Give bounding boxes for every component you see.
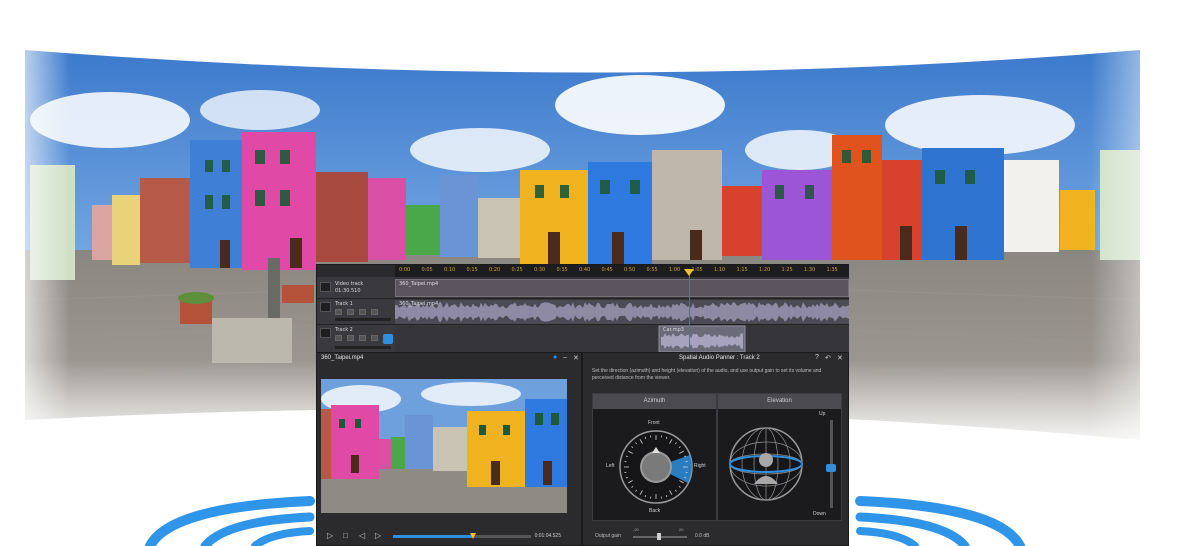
video-track-time: 01:30.510	[335, 288, 361, 294]
back-label: Back	[649, 508, 661, 514]
preview-title: 360_Taipei.mp4	[321, 355, 364, 361]
track-2-solo-button[interactable]	[359, 335, 366, 341]
track-2-volume-slider[interactable]	[335, 346, 391, 349]
waveform-icon	[320, 302, 331, 312]
video-track-header[interactable]: Video track 01:30.510	[317, 277, 395, 299]
track-2-waveform[interactable]	[395, 325, 849, 353]
waveform-icon	[320, 328, 331, 338]
panner-description: Set the direction (azimuth) and height (…	[592, 368, 822, 381]
azimuth-header: Azimuth	[593, 394, 716, 409]
playhead[interactable]	[689, 271, 690, 353]
next-frame-icon[interactable]: ▷	[375, 531, 381, 540]
track-2-label: Track 2	[335, 327, 353, 333]
ruler-tick: 0:30	[534, 267, 546, 273]
ruler-tick: 1:25	[781, 267, 793, 273]
ruler-tick: 0:55	[646, 267, 658, 273]
ruler-tick: 1:15	[736, 267, 748, 273]
ruler-tick: 0:25	[511, 267, 523, 273]
film-icon	[320, 282, 331, 292]
audio-track-2-header[interactable]: Track 2	[317, 325, 395, 353]
timeline-window: 0:00 0:05 0:10 0:15 0:20 0:25 0:30 0:35 0:40 0:45…	[316, 264, 849, 353]
playback-progress-fill	[393, 535, 474, 538]
azimuth-panel: Azimuth Front Back Left Right	[592, 393, 717, 521]
track-2-lock-button[interactable]	[371, 335, 378, 341]
ruler-tick: 1:35	[826, 267, 838, 273]
video-track-label: Video track	[335, 281, 364, 287]
preview-video-frame[interactable]	[321, 379, 567, 513]
previous-frame-icon[interactable]: ◁	[359, 531, 365, 540]
sound-wave-left-icon	[145, 496, 315, 546]
preview-minimize-icon[interactable]: –	[563, 354, 567, 361]
ruler-tick: 1:10	[714, 267, 726, 273]
video-clip[interactable]	[395, 279, 849, 297]
ruler-tick: 0:50	[624, 267, 636, 273]
preview-close-icon[interactable]: ✕	[573, 354, 579, 362]
panner-title: Spatial Audio Panner : Track 2	[679, 355, 760, 361]
ruler-tick: 0:20	[489, 267, 501, 273]
audio-track-1-lane[interactable]: 360_Taipei.mp4	[395, 299, 849, 325]
down-label: Down	[813, 511, 826, 517]
sound-wave-right-icon	[855, 496, 1025, 546]
video-track-lane[interactable]: 360_Taipei.mp4	[395, 277, 849, 299]
play-icon[interactable]: ▷	[327, 531, 333, 540]
help-icon[interactable]: ?	[815, 354, 819, 361]
preview-360-icon[interactable]: ●	[553, 354, 557, 361]
playback-progress-handle[interactable]	[470, 533, 477, 539]
track-1-waveform[interactable]	[395, 299, 849, 325]
panner-close-icon[interactable]: ✕	[837, 354, 843, 362]
ruler-tick: 0:45	[601, 267, 613, 273]
track-1-mute-button[interactable]	[347, 309, 354, 315]
playback-progress-bar[interactable]	[393, 533, 531, 539]
azimuth-dial[interactable]	[616, 427, 696, 507]
track-2-clip-label: Car.mp3	[663, 327, 684, 333]
track-2-edit-button[interactable]	[335, 335, 342, 341]
track-2-panner-button[interactable]	[383, 334, 393, 344]
ruler-tick: 0:35	[556, 267, 568, 273]
playback-controls: ▷ □ ◁ ▷ 0:01:04.525	[321, 529, 579, 543]
playhead-handle[interactable]	[684, 269, 694, 276]
elevation-header: Elevation	[718, 394, 841, 409]
left-label: Left	[606, 463, 615, 469]
reset-icon[interactable]: ↶	[825, 354, 831, 362]
ruler-tick: 1:20	[759, 267, 771, 273]
track-1-volume-slider[interactable]	[335, 318, 391, 321]
ruler-tick: 1:00	[669, 267, 681, 273]
output-gain-value: 0.0 dB	[695, 533, 710, 539]
timeline-ruler[interactable]: 0:00 0:05 0:10 0:15 0:20 0:25 0:30 0:35 0:40 0:45…	[395, 265, 849, 277]
elevation-slider-handle[interactable]	[826, 464, 836, 472]
track-1-lock-button[interactable]	[371, 309, 378, 315]
stop-icon[interactable]: □	[343, 531, 348, 540]
output-gain-label: Output gain	[595, 533, 621, 539]
ruler-tick: 0:00	[399, 267, 411, 273]
track-1-label: Track 1	[335, 301, 353, 307]
front-label: Front	[648, 420, 660, 426]
ruler-tick: 1:30	[804, 267, 816, 273]
output-gain-handle[interactable]	[657, 533, 661, 540]
ruler-tick: 0:05	[421, 267, 433, 273]
track-1-edit-button[interactable]	[335, 309, 342, 315]
track-2-mute-button[interactable]	[347, 335, 354, 341]
audio-track-1-header[interactable]: Track 1	[317, 299, 395, 325]
track-1-solo-button[interactable]	[359, 309, 366, 315]
gain-max-label: 20	[679, 527, 684, 532]
elevation-panel: Elevation Up Down	[717, 393, 842, 521]
elevation-sphere[interactable]	[726, 424, 806, 504]
video-clip-label: 360_Taipei.mp4	[399, 281, 439, 287]
preview-window: 360_Taipei.mp4 ● – ✕ ▷ □ ◁ ▷ 0:01:04.525	[316, 352, 582, 546]
stage: 0:00 0:05 0:10 0:15 0:20 0:25 0:30 0:35 0:40 0:45…	[0, 0, 1200, 546]
ruler-tick: 0:10	[444, 267, 456, 273]
ruler-tick: 0:15	[466, 267, 478, 273]
up-label: Up	[819, 411, 826, 417]
track-1-clip-label: 360_Taipei.mp4	[399, 301, 439, 307]
spatial-audio-panner-window: Spatial Audio Panner : Track 2 ? ↶ ✕ Set…	[582, 352, 849, 546]
audio-track-2-lane[interactable]: Car.mp3	[395, 325, 849, 353]
playback-time: 0:01:04.525	[534, 533, 561, 539]
gain-min-label: -20	[633, 527, 639, 532]
ruler-tick: 0:40	[579, 267, 591, 273]
